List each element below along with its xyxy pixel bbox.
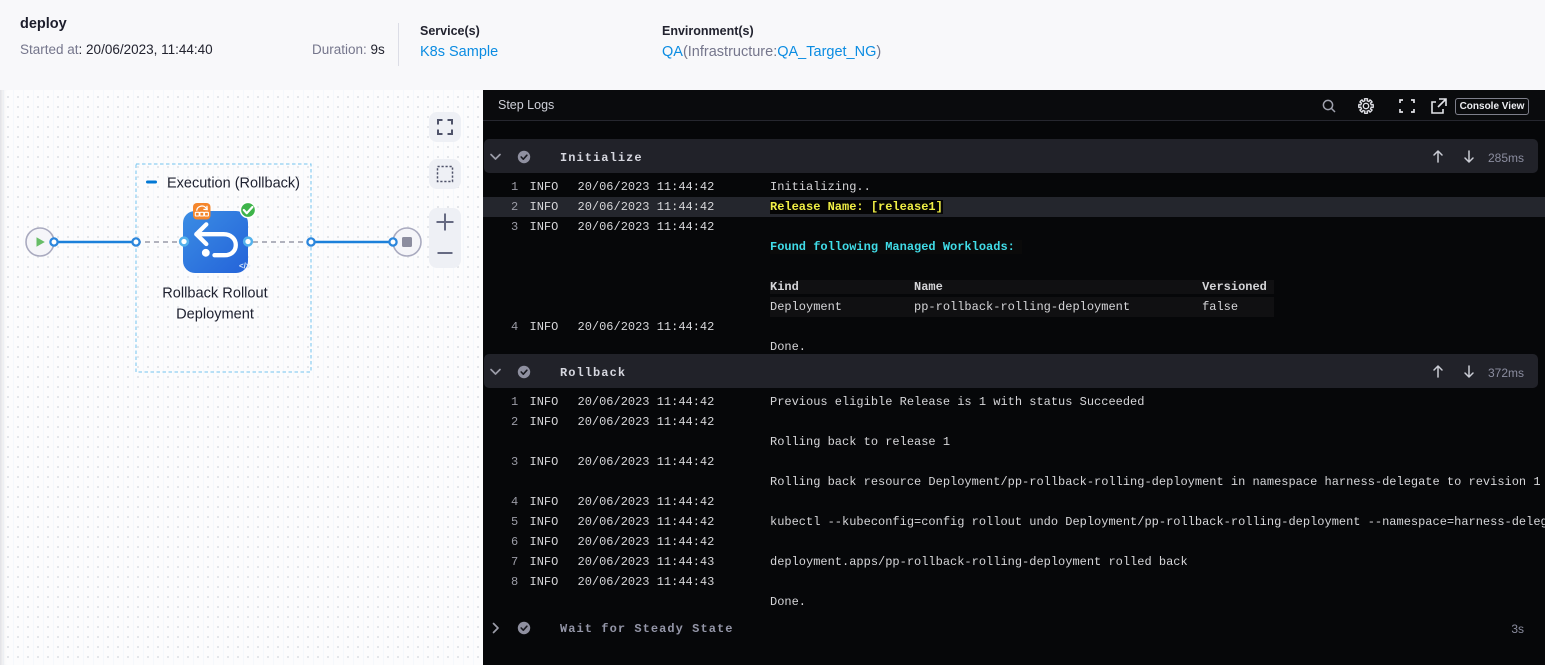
svg-text:Rollback Rollout: Rollback Rollout (162, 286, 267, 302)
svg-text:Execution (Rollback): Execution (Rollback) (167, 176, 300, 192)
svg-text:Deployment: Deployment (176, 307, 254, 323)
svg-text:</>: </> (239, 262, 251, 271)
